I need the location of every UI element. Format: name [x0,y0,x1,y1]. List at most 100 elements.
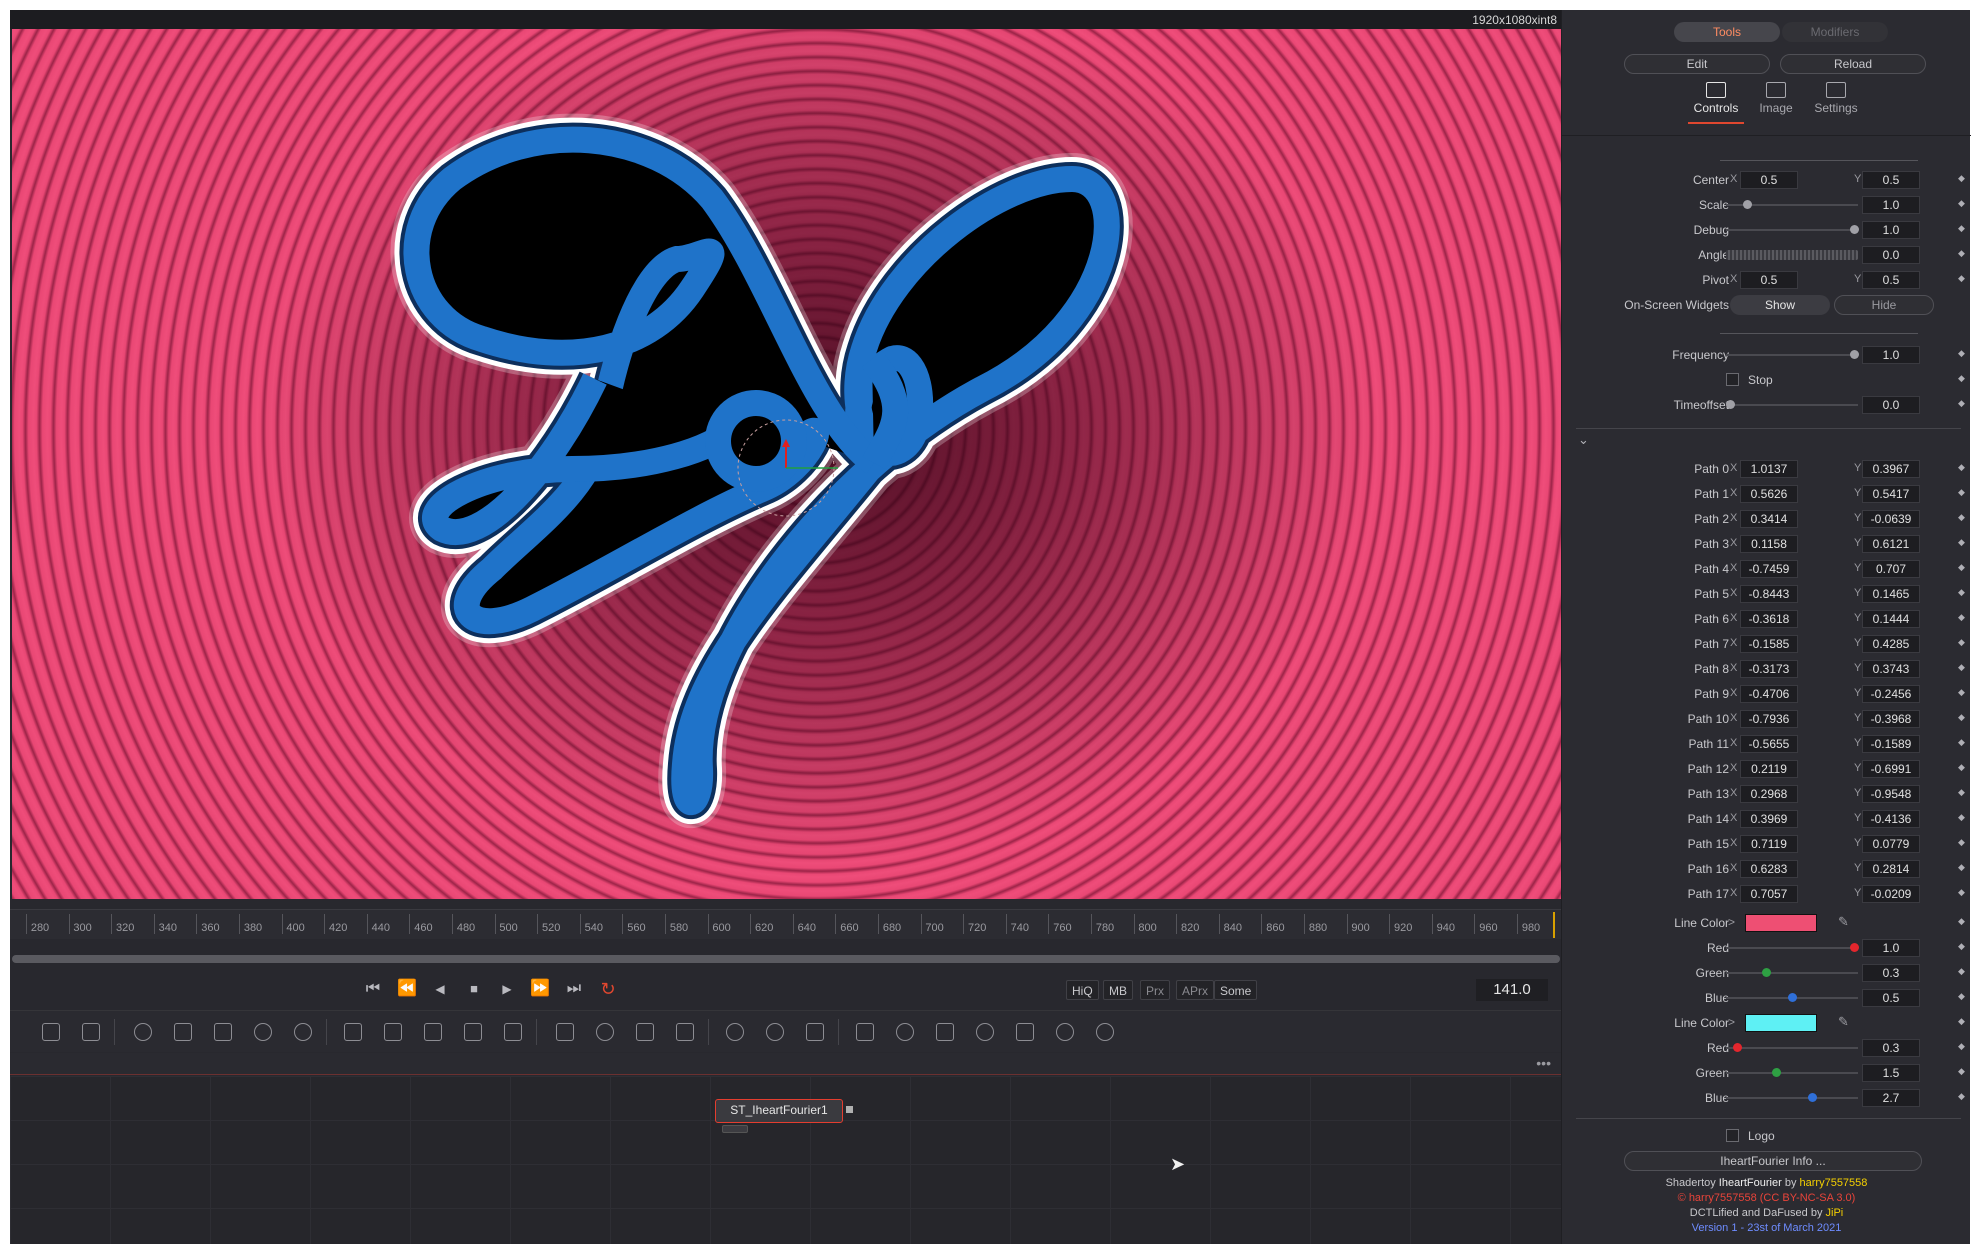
green-slider[interactable] [1726,968,1858,977]
path-y-field[interactable]: -0.3968 [1862,710,1920,728]
color-correct-tool-icon[interactable] [214,1023,232,1041]
path-y-field[interactable]: 0.0779 [1862,835,1920,853]
brightness-tool-icon[interactable] [254,1023,272,1041]
saver-tool-icon[interactable] [424,1023,442,1041]
light3d-icon[interactable] [976,1023,994,1041]
path-y-field[interactable]: -0.4136 [1862,810,1920,828]
keyframe-icon[interactable]: ◆ [1958,487,1965,498]
playhead[interactable] [1553,912,1555,938]
red-slider[interactable] [1726,943,1860,952]
hiq-button[interactable]: HiQ [1066,980,1099,1000]
transform-tool-icon[interactable] [504,1023,522,1041]
shape3d-icon[interactable] [856,1023,874,1041]
timeline-scrubber[interactable] [12,955,1560,963]
keyframe-icon[interactable]: ◆ [1958,762,1965,773]
step-forward-button[interactable]: ⏩ [528,978,552,1000]
green-slider[interactable] [1726,1068,1858,1077]
path-x-field[interactable]: -0.3173 [1740,660,1798,678]
keyframe-icon[interactable]: ◆ [1958,916,1965,927]
keyframe-icon[interactable]: ◆ [1958,1091,1965,1102]
path-y-field[interactable]: 0.5417 [1862,485,1920,503]
merge-tool-icon[interactable] [384,1023,402,1041]
motion-blur-button[interactable]: MB [1103,980,1133,1000]
node-input-port[interactable] [722,1125,748,1133]
rectangle-mask-icon[interactable] [556,1023,574,1041]
paint-tool-icon[interactable] [82,1023,100,1041]
path-x-field[interactable]: -0.5655 [1740,735,1798,753]
angle-field[interactable]: 0.0 [1862,246,1920,264]
center-y-field[interactable]: 0.5 [1862,171,1920,189]
expand-chevron-icon[interactable]: > [1728,915,1735,929]
keyframe-icon[interactable]: ◆ [1958,248,1965,259]
text3d-icon[interactable] [936,1023,954,1041]
merge3d-icon[interactable] [896,1023,914,1041]
loader-tool-icon[interactable] [344,1023,362,1041]
particle-style-icon[interactable] [806,1023,824,1041]
keyframe-icon[interactable]: ◆ [1958,512,1965,523]
renderer3d-icon[interactable] [1056,1023,1074,1041]
path-x-field[interactable]: -0.7936 [1740,710,1798,728]
expand-chevron-icon[interactable]: > [1728,1015,1735,1029]
scale-slider[interactable] [1726,200,1858,209]
red-slider[interactable] [1726,1043,1858,1052]
keyframe-icon[interactable]: ◆ [1958,737,1965,748]
path-y-field[interactable]: -0.9548 [1862,785,1920,803]
keyframe-icon[interactable]: ◆ [1958,273,1965,284]
keyframe-icon[interactable]: ◆ [1958,537,1965,548]
go-to-end-button[interactable]: ⏭ [562,978,586,1000]
path-x-field[interactable]: 0.2968 [1740,785,1798,803]
timeoffset-slider[interactable] [1725,400,1858,409]
path-y-field[interactable]: -0.0209 [1862,885,1920,903]
eyedropper-icon[interactable]: ✎ [1838,914,1852,930]
keyframe-icon[interactable]: ◆ [1958,812,1965,823]
keyframe-icon[interactable]: ◆ [1958,173,1965,184]
proxy-button[interactable]: Prx [1140,980,1170,1000]
keyframe-icon[interactable]: ◆ [1958,398,1965,409]
keyframe-icon[interactable]: ◆ [1958,662,1965,673]
stop-button[interactable]: ■ [462,978,486,1000]
path-x-field[interactable]: -0.8443 [1740,585,1798,603]
logo-checkbox[interactable] [1726,1129,1739,1142]
reload-button[interactable]: Reload [1780,54,1926,74]
shader-node[interactable]: ST_IheartFourier1 [715,1099,843,1123]
keyframe-icon[interactable]: ◆ [1958,1016,1965,1027]
keyframe-icon[interactable]: ◆ [1958,223,1965,234]
pivot-x-field[interactable]: 0.5 [1740,271,1798,289]
debug-field[interactable]: 1.0 [1862,221,1920,239]
hide-widgets-button[interactable]: Hide [1834,295,1934,315]
green-field[interactable]: 0.3 [1862,964,1920,982]
keyframe-icon[interactable]: ◆ [1958,887,1965,898]
collapse-chevron-icon[interactable]: ⌄ [1578,432,1589,448]
path-y-field[interactable]: 0.707 [1862,560,1920,578]
keyframe-icon[interactable]: ◆ [1958,787,1965,798]
line-color-1-swatch[interactable] [1745,914,1817,932]
keyframe-icon[interactable]: ◆ [1958,712,1965,723]
debug-slider[interactable] [1726,225,1860,234]
modifiers-tab[interactable]: Modifiers [1782,22,1888,42]
red-field[interactable]: 0.3 [1862,1039,1920,1057]
path-x-field[interactable]: 0.1158 [1740,535,1798,553]
color-curves-tool-icon[interactable] [174,1023,192,1041]
path-x-field[interactable]: 1.0137 [1740,460,1798,478]
keyframe-icon[interactable]: ◆ [1958,991,1965,1002]
path-y-field[interactable]: -0.1589 [1862,735,1920,753]
current-frame-field[interactable]: 141.0 [1476,979,1548,1001]
blue-field[interactable]: 2.7 [1862,1089,1920,1107]
path-x-field[interactable]: 0.5626 [1740,485,1798,503]
red-field[interactable]: 1.0 [1862,939,1920,957]
node-output-port[interactable] [846,1106,853,1113]
show-widgets-button[interactable]: Show [1730,295,1830,315]
stop-checkbox[interactable] [1726,373,1739,386]
path-y-field[interactable]: -0.0639 [1862,510,1920,528]
particle-emitter-icon[interactable] [726,1023,744,1041]
keyframe-icon[interactable]: ◆ [1958,637,1965,648]
path-x-field[interactable]: 0.3414 [1740,510,1798,528]
path-y-field[interactable]: 0.1465 [1862,585,1920,603]
keyframe-icon[interactable]: ◆ [1958,1041,1965,1052]
blur-tool-icon[interactable] [294,1023,312,1041]
ellipse-mask-icon[interactable] [596,1023,614,1041]
particle-render-icon[interactable] [766,1023,784,1041]
path-y-field[interactable]: 0.6121 [1862,535,1920,553]
more-options-icon[interactable]: ••• [1536,1055,1551,1071]
go-to-start-button[interactable]: ⏮ [361,978,385,1000]
